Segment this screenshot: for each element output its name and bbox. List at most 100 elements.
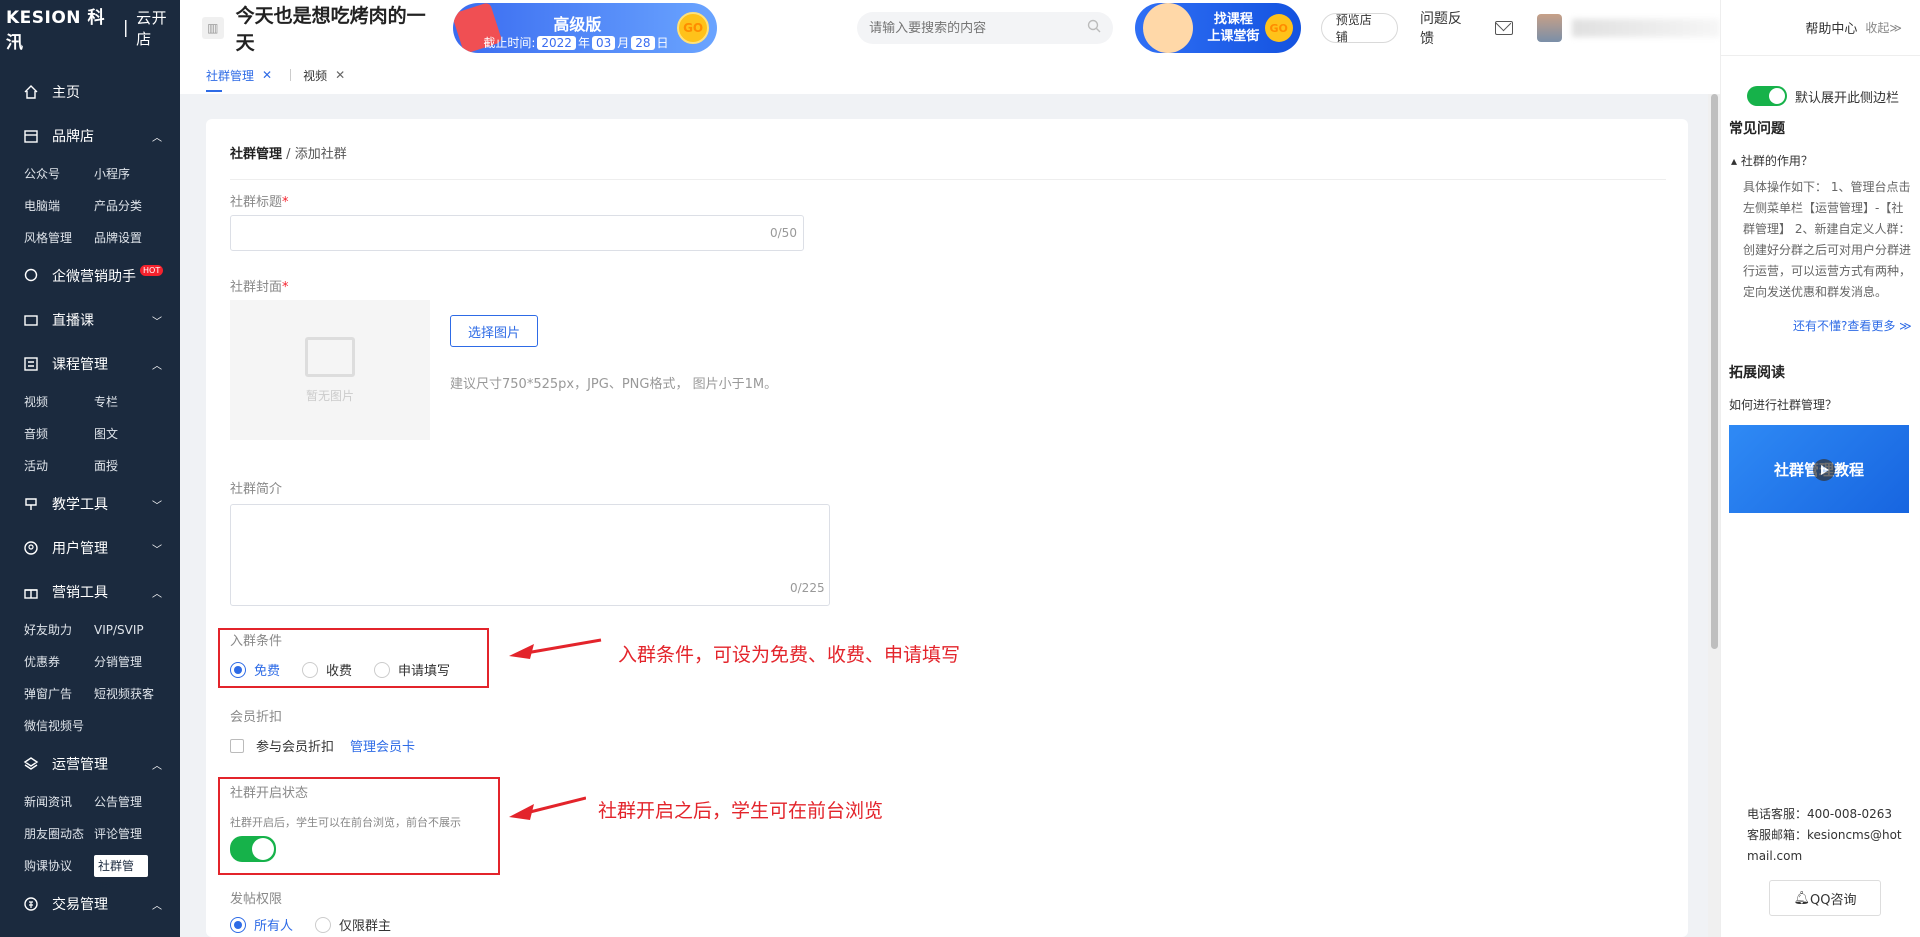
logo-brand: KESION 科汛	[6, 8, 105, 53]
ext-reading-question[interactable]: 如何进行社群管理？	[1721, 382, 1920, 413]
avatar[interactable]	[1536, 14, 1563, 42]
nav-sub-marketing: 好友助力 VIP/SVIP 优惠券 分销管理 弹窗广告 短视频获客 微信视频号	[0, 614, 180, 742]
post-permission-radios: 所有人 仅限群主	[230, 915, 413, 934]
close-icon[interactable]: ✕	[335, 68, 345, 82]
nav-item[interactable]: 购课协议	[24, 850, 94, 882]
member-discount-checkbox[interactable]	[230, 738, 244, 753]
manage-member-card-link[interactable]: 管理会员卡	[350, 736, 415, 755]
default-expand-switch[interactable]	[1747, 86, 1787, 106]
nav-item[interactable]: 电脑端	[24, 190, 94, 222]
chevron-up-icon: ︿	[152, 132, 162, 144]
chevron-up-icon: ︿	[152, 588, 162, 600]
go-button[interactable]: GO	[677, 12, 710, 44]
nav-item[interactable]: 品牌设置	[94, 222, 174, 254]
home-icon	[22, 83, 40, 101]
nav-item[interactable]: 朋友圈动态	[24, 818, 94, 850]
nav-item[interactable]: 优惠券	[24, 646, 94, 678]
title-input[interactable]	[230, 215, 804, 251]
nav-item[interactable]: 短视频获客	[94, 678, 174, 710]
annotation-box-join	[218, 628, 489, 688]
promo-banner[interactable]: 找课程 上课堂街 GO	[1135, 3, 1301, 53]
nav-item[interactable]: 公告管理	[94, 786, 174, 818]
play-icon[interactable]	[1813, 459, 1835, 481]
feedback-link[interactable]: 问题反馈	[1420, 8, 1475, 48]
close-icon[interactable]: ✕	[262, 68, 272, 82]
nav-operations[interactable]: 运营管理 ︿	[0, 742, 180, 786]
ext-reading-title: 拓展阅读	[1729, 365, 1785, 381]
nav-item[interactable]: 弹窗广告	[24, 678, 94, 710]
nav-item[interactable]: 风格管理	[24, 222, 94, 254]
cover-hint: 建议尺寸750*525px，JPG、PNG格式， 图片小于1M。	[450, 377, 778, 392]
help-center-link[interactable]: 帮助中心	[1805, 18, 1857, 37]
nav-course[interactable]: 课程管理 ︿	[0, 342, 180, 386]
nav-wecom[interactable]: 企微营销助手 HOT	[0, 254, 180, 298]
nav-sub-course: 视频 专栏 音频 图文 活动 面授	[0, 386, 180, 482]
radio-everyone[interactable]: 所有人	[230, 915, 293, 934]
nav-item[interactable]: 视频	[24, 386, 94, 418]
logo-sub: 云开店	[136, 9, 168, 48]
member-discount-label: 会员折扣	[230, 710, 283, 725]
logo: KESION 科汛 | 云开店	[0, 0, 180, 56]
nav-item[interactable]: 产品分类	[94, 190, 174, 222]
nav-teaching-tools[interactable]: 教学工具 ﹀	[0, 482, 180, 526]
user-icon	[22, 539, 40, 557]
gift-icon	[22, 583, 40, 601]
nav-item[interactable]: 音频	[24, 418, 94, 450]
annotation-join: 入群条件，可设为免费、收费、申请填写	[618, 644, 961, 666]
chevron-down-icon: ﹀	[152, 544, 162, 556]
qq-consult-button[interactable]: 🔔︎ QQ咨询	[1769, 880, 1881, 916]
nav-item[interactable]: 公众号	[24, 158, 94, 190]
version-banner[interactable]: 高级版 截止时间: 2022 年 03 月 28 日 GO	[453, 3, 718, 53]
cover-label: 社群封面*	[230, 280, 289, 295]
scrollbar-thumb[interactable]	[1711, 94, 1718, 649]
tutorial-video[interactable]: 社群管理教程	[1729, 425, 1909, 513]
nav-brand-store[interactable]: 品牌店 ︿	[0, 114, 180, 158]
nav-item[interactable]: 新闻资讯	[24, 786, 94, 818]
nav-item[interactable]: 好友助力	[24, 614, 94, 646]
arrow-icon	[509, 796, 586, 820]
dollar-icon	[22, 895, 40, 913]
radio-owner-only[interactable]: 仅限群主	[315, 915, 391, 934]
nav-item[interactable]: 活动	[24, 450, 94, 482]
mail-icon[interactable]	[1495, 21, 1513, 35]
search-icon[interactable]	[1087, 19, 1101, 37]
choose-image-button[interactable]: 选择图片	[450, 315, 538, 347]
image-icon	[305, 336, 355, 377]
nav-item[interactable]: 分销管理	[94, 646, 174, 678]
preview-store-button[interactable]: 预览店铺	[1320, 13, 1398, 44]
form-card: 社群管理 / 添加社群 社群标题* 0/50 社群封面* 暂无图片 选择图片 建…	[206, 119, 1688, 937]
search-input[interactable]	[869, 20, 1088, 36]
nav-home[interactable]: 主页	[0, 70, 180, 114]
nav-marketing[interactable]: 营销工具 ︿	[0, 570, 180, 614]
faq-title: 常见问题	[1729, 121, 1785, 137]
faq-question[interactable]: ▴ 社群的作用？	[1721, 138, 1920, 169]
nav-item[interactable]: 专栏	[94, 386, 174, 418]
course-icon	[22, 355, 40, 373]
contact-info: 电话客服：400-008-0263 客服邮箱：kesioncms@hotmail…	[1747, 807, 1902, 863]
collapse-button[interactable]: 收起≫	[1865, 19, 1902, 36]
store-icon: ▥	[202, 17, 224, 39]
nav-item[interactable]: 微信视频号	[24, 710, 94, 742]
title-counter: 0/50	[770, 226, 797, 240]
tab-community[interactable]: 社群管理 ✕	[202, 56, 276, 94]
sidebar: KESION 科汛 | 云开店 主页 品牌店 ︿ 公众号 小程序 电脑端 产品分…	[0, 0, 180, 937]
nav-item[interactable]: 图文	[94, 418, 174, 450]
chevron-up-icon: ︿	[152, 900, 162, 912]
intro-textarea[interactable]	[230, 504, 830, 606]
nav-users[interactable]: 用户管理 ﹀	[0, 526, 180, 570]
go-button[interactable]: GO	[1264, 14, 1293, 42]
faq-more-link[interactable]: 还有不懂?查看更多 ≫	[1721, 303, 1920, 334]
nav-trade[interactable]: 交易管理 ︿	[0, 882, 180, 926]
version-label: 高级版	[553, 15, 602, 34]
store-name: 今天也是想吃烤肉的一天	[235, 5, 426, 54]
username-blurred[interactable]	[1572, 19, 1721, 37]
nav-item[interactable]: VIP/SVIP	[94, 614, 174, 646]
nav-item[interactable]: 面授	[94, 450, 174, 482]
tab-video[interactable]: 视频 ✕	[299, 56, 349, 94]
nav-item[interactable]: 评论管理	[94, 818, 174, 850]
nav-item[interactable]: 小程序	[94, 158, 174, 190]
search-box[interactable]	[857, 12, 1114, 44]
chat-icon	[22, 267, 40, 285]
nav-item-community-active[interactable]: 社群管理	[94, 855, 148, 895]
nav-live[interactable]: 直播课 ﹀	[0, 298, 180, 342]
